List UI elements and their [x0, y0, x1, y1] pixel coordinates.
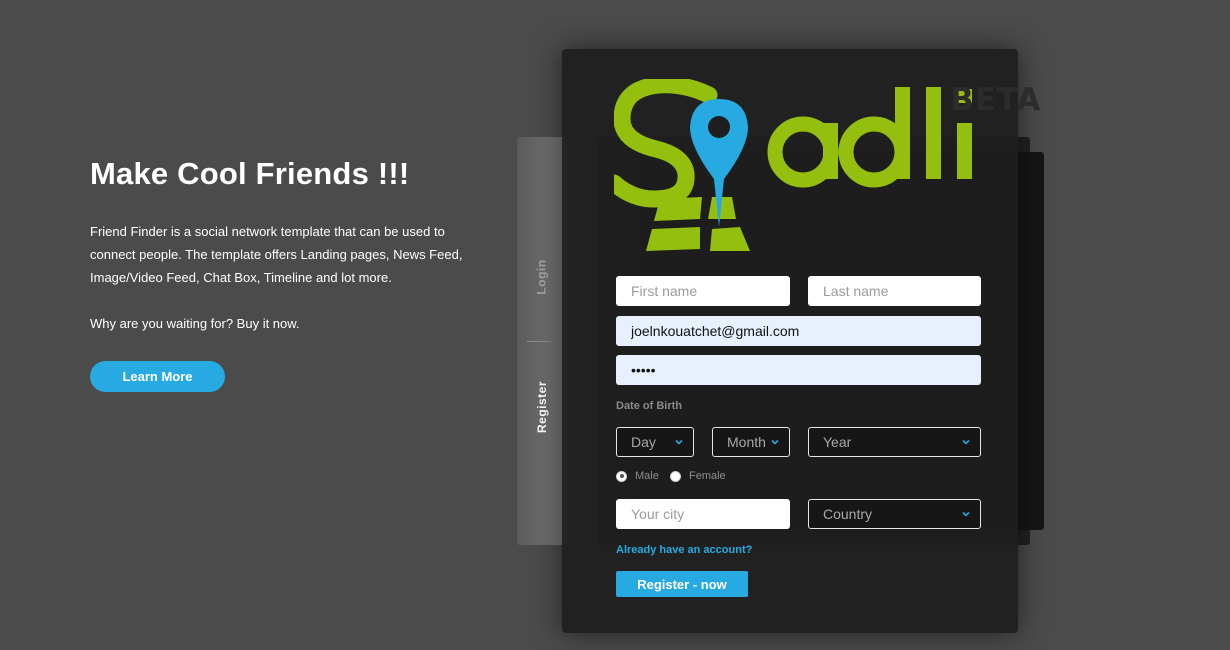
female-radio[interactable] — [670, 470, 681, 482]
country-select-value: Country — [823, 506, 873, 522]
male-radio[interactable] — [616, 470, 627, 482]
password-input[interactable] — [616, 355, 981, 385]
email-input[interactable] — [616, 316, 981, 346]
gender-female-option[interactable]: Female — [670, 470, 726, 482]
tab-divider — [527, 341, 551, 342]
hero-cta-text: Why are you waiting for? Buy it now. — [90, 316, 300, 331]
register-button[interactable]: Register - now — [616, 571, 748, 597]
chevron-down-icon — [962, 511, 970, 517]
male-label: Male — [635, 470, 659, 482]
year-select[interactable]: Year — [808, 427, 981, 457]
chevron-down-icon — [962, 439, 970, 445]
month-select[interactable]: Month — [712, 427, 790, 457]
country-select[interactable]: Country — [808, 499, 981, 529]
month-select-value: Month — [727, 434, 766, 450]
day-select-value: Day — [631, 434, 656, 450]
last-name-input[interactable] — [808, 276, 981, 306]
beta-badge: BETA — [950, 82, 1042, 118]
city-input[interactable] — [616, 499, 790, 529]
chevron-down-icon — [675, 439, 683, 445]
dob-label: Date of Birth — [616, 400, 682, 412]
first-name-input[interactable] — [616, 276, 790, 306]
registration-panel: BETA Date of Birth Day Month Year Male F… — [562, 49, 1041, 633]
tab-login-label: Login — [535, 259, 549, 295]
hero-section: Make Cool Friends !!! Friend Finder is a… — [90, 155, 470, 392]
tab-login[interactable]: Login — [517, 247, 567, 307]
chevron-down-icon — [771, 439, 779, 445]
gender-male-option[interactable]: Male — [616, 470, 659, 482]
tab-register[interactable]: Register — [517, 372, 567, 442]
hero-title: Make Cool Friends !!! — [90, 156, 410, 191]
tab-register-label: Register — [535, 380, 549, 434]
day-select[interactable]: Day — [616, 427, 694, 457]
hero-description: Friend Finder is a social network templa… — [90, 224, 463, 285]
year-select-value: Year — [823, 434, 852, 450]
already-have-account-link[interactable]: Already have an account? — [616, 544, 752, 556]
female-label: Female — [689, 470, 726, 482]
learn-more-button[interactable]: Learn More — [90, 361, 225, 392]
auth-tabs: Login Register — [517, 137, 567, 545]
